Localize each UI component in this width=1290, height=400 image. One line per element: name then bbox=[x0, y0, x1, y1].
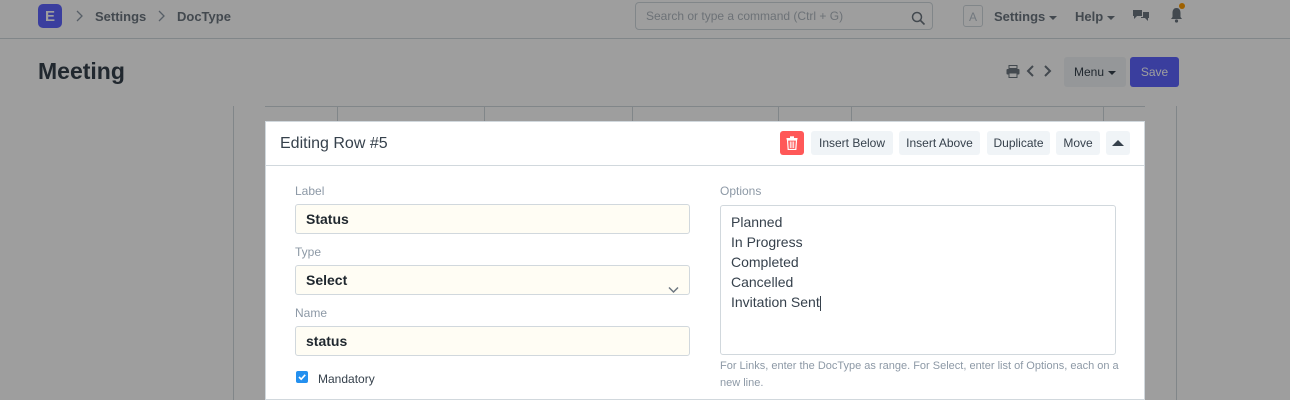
caret-up-icon bbox=[1112, 140, 1124, 146]
option-line: Planned bbox=[731, 214, 783, 230]
row-editor-title: Editing Row #5 bbox=[280, 135, 388, 152]
option-line: Cancelled bbox=[731, 274, 794, 290]
name-input[interactable]: status bbox=[295, 326, 690, 356]
insert-below-button[interactable]: Insert Below bbox=[811, 131, 893, 155]
type-select[interactable]: Select bbox=[295, 265, 690, 295]
trash-icon bbox=[786, 136, 798, 150]
options-help-text: For Links, enter the DocType as range. F… bbox=[720, 360, 1119, 389]
option-line-last: Invitation Sent bbox=[731, 292, 1105, 312]
option-line: In Progress bbox=[731, 234, 803, 250]
mandatory-checkbox[interactable] bbox=[296, 371, 308, 383]
options-field-label: Options bbox=[720, 184, 762, 198]
option-line-text: Invitation Sent bbox=[731, 294, 820, 310]
label-input[interactable]: Status bbox=[295, 204, 690, 234]
move-button[interactable]: Move bbox=[1056, 131, 1100, 155]
options-textarea[interactable]: Planned In Progress Completed Cancelled … bbox=[720, 205, 1116, 355]
type-select-value: Select bbox=[306, 272, 348, 288]
chevron-down-icon bbox=[668, 275, 679, 303]
name-field-label: Name bbox=[295, 306, 328, 320]
delete-row-button[interactable] bbox=[780, 131, 804, 155]
mandatory-label: Mandatory bbox=[318, 372, 375, 386]
row-editor-header: Editing Row #5 Insert Below Insert Above… bbox=[266, 122, 1144, 166]
checkmark-icon bbox=[298, 374, 306, 381]
collapse-button[interactable] bbox=[1106, 131, 1130, 155]
option-line: Completed bbox=[731, 254, 799, 270]
duplicate-button[interactable]: Duplicate bbox=[987, 131, 1050, 155]
row-editor-panel: Editing Row #5 Insert Below Insert Above… bbox=[265, 121, 1145, 400]
insert-above-button[interactable]: Insert Above bbox=[899, 131, 980, 155]
text-cursor bbox=[819, 295, 821, 311]
label-field-label: Label bbox=[295, 184, 325, 198]
type-field-label: Type bbox=[295, 245, 322, 259]
